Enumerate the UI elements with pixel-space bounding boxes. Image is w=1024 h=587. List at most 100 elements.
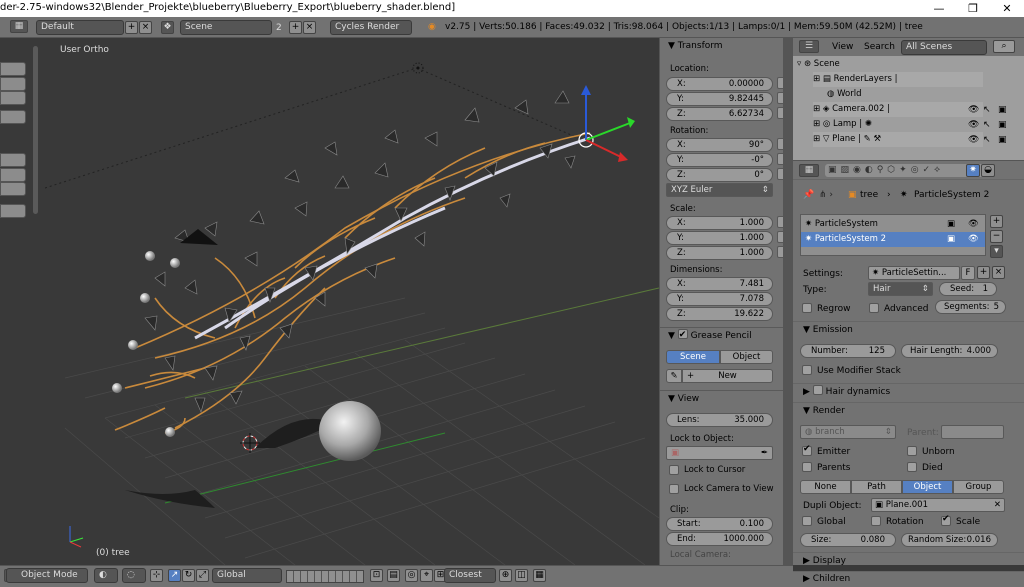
render-preview-icon[interactable]: ◫	[515, 569, 528, 582]
render-object-button[interactable]: Object	[902, 480, 953, 494]
modifier-stack-checkbox[interactable]	[802, 365, 812, 375]
scale-y-field[interactable]: Y: 1.000	[666, 231, 773, 245]
display-mode-select[interactable]: All Scenes	[901, 40, 987, 55]
translate-icon[interactable]: ↗	[168, 569, 181, 582]
clip-start-field[interactable]: Start: 0.100	[666, 517, 773, 531]
proportional-edit-icon[interactable]: ◎	[405, 569, 418, 582]
outliner-editor-icon[interactable]: ☰	[799, 40, 819, 53]
view-panel-header[interactable]: ▼ View	[660, 390, 784, 406]
rotation-checkbox[interactable]	[871, 516, 881, 526]
outliner-item-plane[interactable]: ⊞ ▽ Plane | ✎ ⚒	[813, 132, 983, 147]
eye-icon[interactable]: 👁	[968, 135, 979, 145]
size-field[interactable]: Size: 0.080	[800, 533, 896, 547]
add-scene-icon[interactable]: +	[289, 21, 302, 34]
hair-length-field[interactable]: Hair Length: 4.000	[901, 344, 998, 358]
render-none-button[interactable]: None	[800, 480, 851, 494]
render-engine-select[interactable]: Cycles Render	[330, 20, 412, 35]
scale-icon[interactable]: ⤢	[196, 569, 209, 582]
cursor-icon[interactable]: ↖	[983, 120, 991, 130]
lock-object-field[interactable]: ▣ ✒	[666, 446, 773, 460]
tool-button[interactable]	[0, 204, 26, 218]
render-group-button[interactable]: Group	[953, 480, 1004, 494]
remove-particle-system-icon[interactable]: −	[990, 230, 1003, 243]
close-button[interactable]: ✕	[990, 0, 1024, 17]
screen-layout-field[interactable]: Default	[36, 20, 124, 35]
tool-button[interactable]	[0, 182, 26, 196]
particle-settings-field[interactable]: ✷ ParticleSettin...	[868, 266, 960, 280]
emission-panel-header[interactable]: ▼ Emission	[793, 321, 1024, 337]
dupli-object-field[interactable]: ▣ Plane.001 ✕	[871, 498, 1005, 512]
pencil-icon[interactable]: ✎	[666, 369, 682, 383]
search-icon[interactable]: ⌕	[993, 40, 1015, 53]
render-icon[interactable]: ▣	[998, 105, 1007, 115]
advanced-checkbox[interactable]	[869, 303, 879, 313]
grease-new-button[interactable]: + New	[682, 369, 773, 383]
toolshelf-scrollbar[interactable]	[33, 46, 38, 214]
rotation-x-field[interactable]: X: 90°	[666, 138, 773, 152]
grease-object-button[interactable]: Object	[720, 350, 773, 364]
add-settings-icon[interactable]: +	[977, 266, 990, 279]
grease-scene-button[interactable]: Scene	[666, 350, 720, 364]
scene-field[interactable]: Scene	[180, 20, 272, 35]
shading-select[interactable]: ◐	[94, 568, 118, 583]
lock-camera-checkbox[interactable]	[669, 484, 679, 494]
pin-icon[interactable]: 📌	[803, 190, 814, 200]
outliner-item-world[interactable]: ◍ World	[827, 87, 997, 102]
snap-align-icon[interactable]: ⊕	[499, 569, 512, 582]
physics-tab-icon[interactable]: ◒	[981, 164, 995, 177]
remove-screen-icon[interactable]: ×	[139, 21, 152, 34]
render-path-button[interactable]: Path	[851, 480, 902, 494]
outliner-item-camera[interactable]: ⊞ ◈ Camera.002 |	[813, 102, 983, 117]
rotation-y-field[interactable]: Y: -0°	[666, 153, 773, 167]
parent-field[interactable]	[941, 425, 1004, 439]
particles-tab-icon[interactable]: ✷	[966, 164, 980, 177]
lock-layers-icon[interactable]: ⊡	[370, 569, 383, 582]
render-icon[interactable]: ▣	[998, 135, 1007, 145]
regrow-checkbox[interactable]	[802, 303, 812, 313]
outliner-search-menu[interactable]: Search	[864, 42, 895, 52]
maximize-button[interactable]: ❐	[956, 0, 990, 17]
eye-icon[interactable]: 👁	[968, 120, 979, 130]
seed-field[interactable]: Seed: 1	[939, 282, 997, 296]
scale-z-field[interactable]: Z: 1.000	[666, 246, 773, 260]
outliner-item-lamp[interactable]: ⊞ ◎ Lamp | ✺	[813, 117, 983, 132]
grease-pencil-header[interactable]: ▼ Grease Pencil	[660, 327, 784, 343]
add-particle-system-icon[interactable]: +	[990, 215, 1003, 228]
render-layer-icon[interactable]: ▤	[387, 569, 400, 582]
location-x-field[interactable]: X: 0.00000	[666, 77, 773, 91]
render-icon[interactable]: ▣	[998, 120, 1007, 130]
list-item[interactable]: ✷ ParticleSystem ▣ 👁	[801, 217, 985, 232]
transform-panel-header[interactable]: ▼ Transform	[660, 38, 784, 54]
remove-scene-icon[interactable]: ×	[303, 21, 316, 34]
lock-cursor-checkbox[interactable]	[669, 465, 679, 475]
dimension-z-field[interactable]: Z: 19.622	[666, 307, 773, 321]
tool-button[interactable]	[0, 91, 26, 105]
lens-field[interactable]: Lens: 35.000	[666, 413, 773, 427]
add-screen-icon[interactable]: +	[125, 21, 138, 34]
children-panel-header[interactable]: ▶ Children	[793, 571, 1024, 587]
properties-editor-icon[interactable]: ▦	[799, 164, 819, 177]
fake-user-button[interactable]: F	[961, 266, 975, 280]
emitter-checkbox[interactable]	[802, 444, 812, 456]
unborn-checkbox[interactable]	[907, 446, 917, 456]
random-size-field[interactable]: Random Size: 0.016	[901, 533, 998, 547]
segments-field[interactable]: Segments: 5	[935, 300, 1006, 314]
particle-type-select[interactable]: Hair ⇕	[868, 282, 933, 296]
rotate-icon[interactable]: ↻	[182, 569, 195, 582]
number-field[interactable]: Number: 125	[800, 344, 896, 358]
eye-icon[interactable]: 👁	[968, 105, 979, 115]
remove-settings-icon[interactable]: ×	[992, 266, 1005, 279]
3d-viewport[interactable]: User Ortho (0) tree	[45, 38, 659, 565]
outliner-view-menu[interactable]: View	[832, 42, 853, 52]
dimension-y-field[interactable]: Y: 7.078	[666, 292, 773, 306]
outliner-item-scene[interactable]: ▿ ⊛ Scene	[797, 57, 967, 72]
cursor-icon[interactable]: ↖	[983, 105, 991, 115]
minimize-button[interactable]: —	[922, 0, 956, 17]
mode-select[interactable]: Object Mode	[6, 568, 88, 583]
died-checkbox[interactable]	[907, 462, 917, 472]
global-checkbox[interactable]	[802, 516, 812, 526]
scene-icon[interactable]: ❖	[161, 21, 174, 34]
tool-button[interactable]	[0, 168, 26, 182]
display-panel-header[interactable]: ▶ Display	[793, 552, 1024, 568]
parents-checkbox[interactable]	[802, 462, 812, 472]
